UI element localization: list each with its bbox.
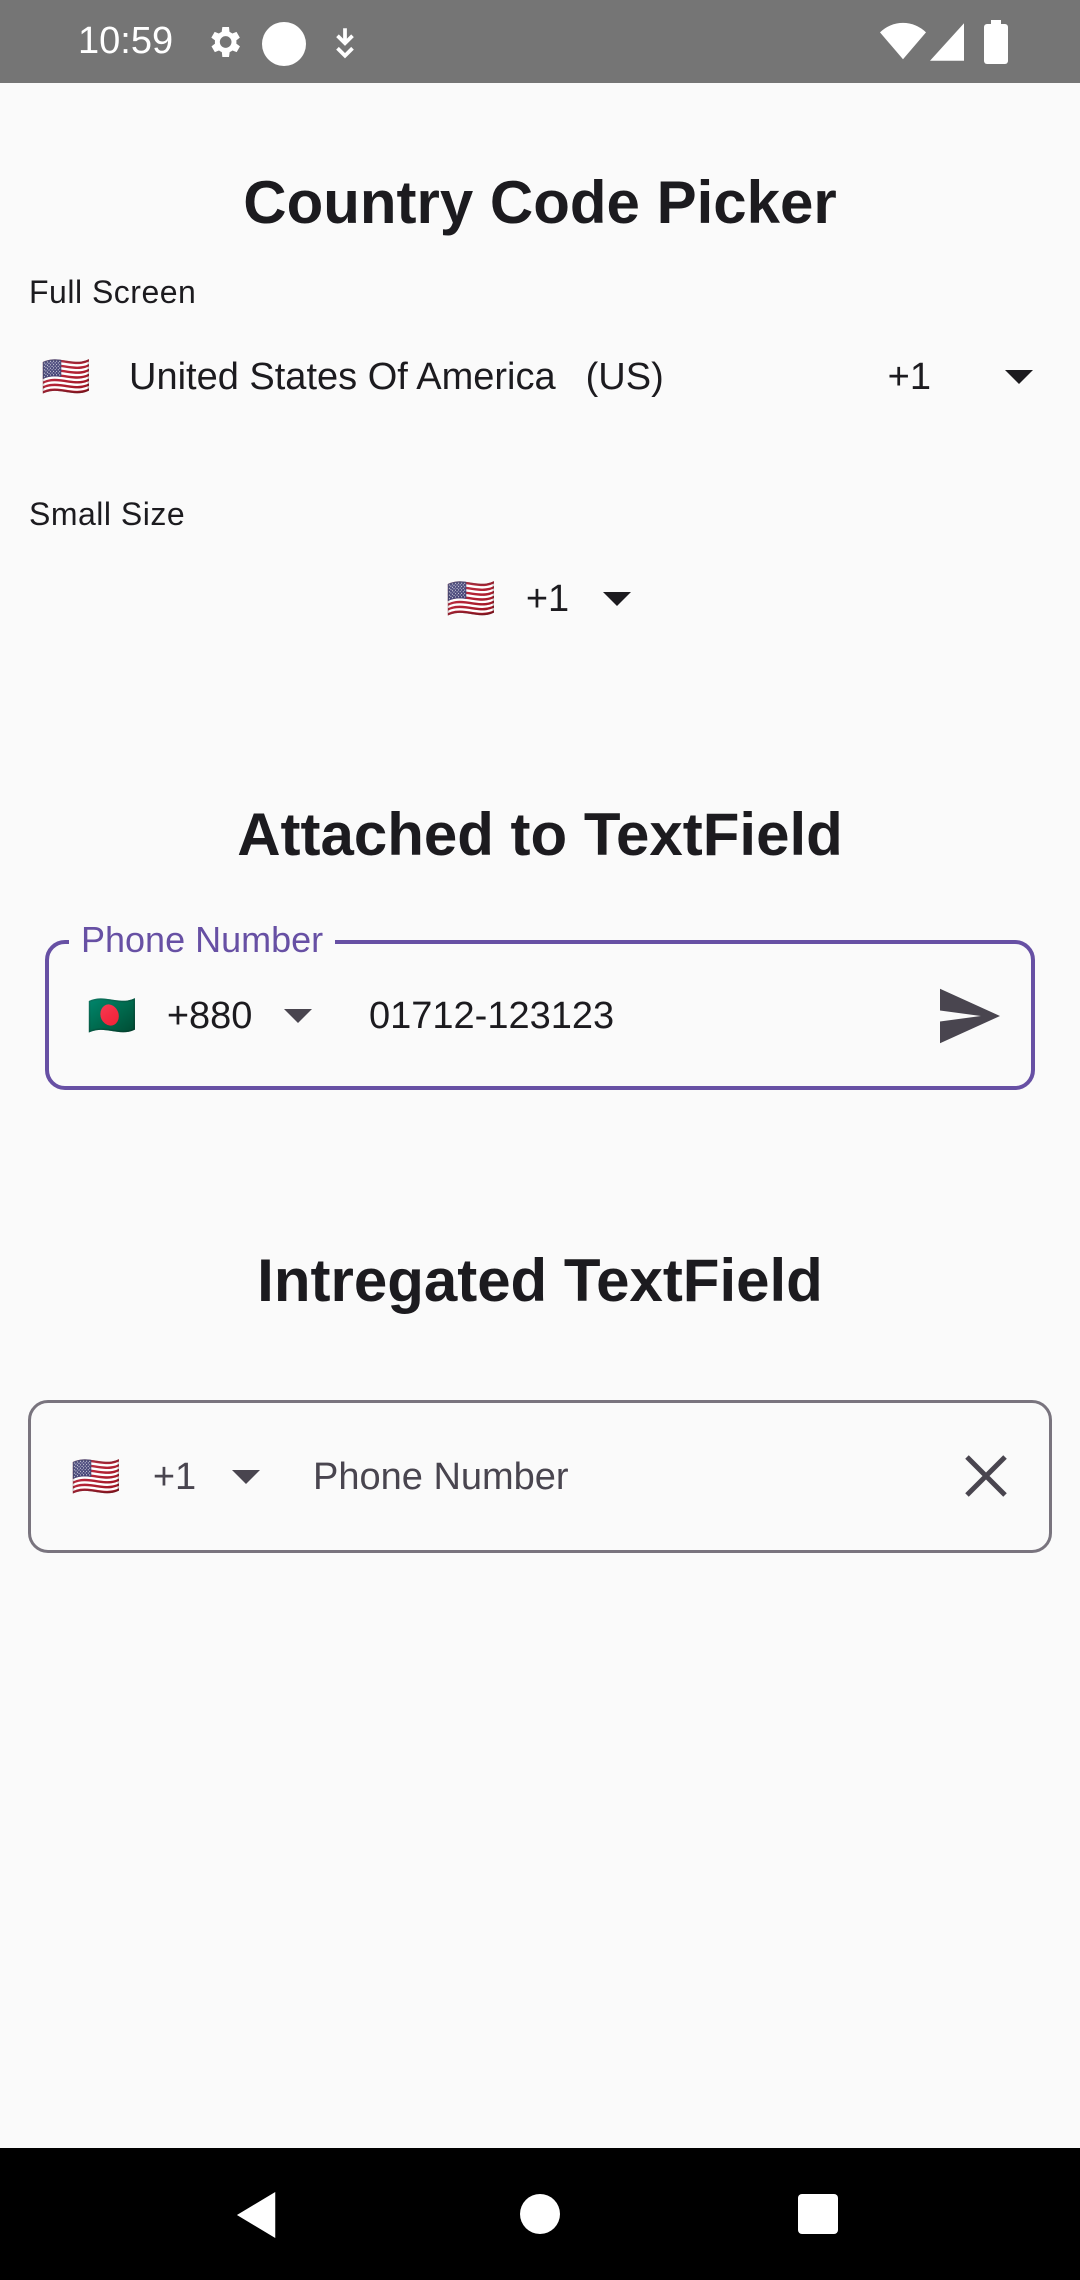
full-screen-label: Full Screen xyxy=(29,274,197,310)
small-country-picker[interactable]: 🇺🇸 +1 xyxy=(446,566,632,632)
phone-number-label: Phone Number xyxy=(69,918,336,962)
attached-phone-field[interactable]: Phone Number 🇧🇩 +880 01712-123123 xyxy=(45,918,1035,1090)
dial-code: +1 xyxy=(152,1455,197,1498)
dial-code: +1 xyxy=(887,355,931,398)
circle-dot-icon xyxy=(262,22,306,66)
integrated-country-picker[interactable]: 🇺🇸 +1 xyxy=(71,1447,261,1507)
status-time: 10:59 xyxy=(78,20,174,62)
dropdown-arrow-icon xyxy=(284,1009,313,1023)
settings-gear-icon xyxy=(211,27,240,57)
dial-code: +1 xyxy=(525,577,570,620)
cell-signal-icon xyxy=(930,23,964,61)
dropdown-arrow-icon xyxy=(232,1470,261,1484)
integrated-phone-field[interactable]: 🇺🇸 +1 xyxy=(28,1400,1052,1553)
battery-icon xyxy=(984,20,1008,64)
dropdown-arrow-icon xyxy=(1005,370,1033,384)
country-name: United States Of America xyxy=(129,355,556,398)
integrated-section-title: Intregated TextField xyxy=(257,1247,823,1314)
us-flag-icon: 🇺🇸 xyxy=(71,1455,121,1499)
attached-country-picker[interactable]: 🇧🇩 +880 xyxy=(87,986,313,1046)
close-icon[interactable] xyxy=(963,1453,1009,1499)
bd-flag-icon: 🇧🇩 xyxy=(87,994,137,1038)
send-icon[interactable] xyxy=(937,986,1003,1046)
us-flag-icon: 🇺🇸 xyxy=(446,577,496,621)
full-screen-country-picker[interactable]: 🇺🇸 United States Of America (US) +1 xyxy=(29,340,1051,414)
phone-number-value[interactable]: 01712-123123 xyxy=(369,986,614,1046)
dial-code: +880 xyxy=(166,994,253,1037)
attached-section-title: Attached to TextField xyxy=(237,801,843,868)
wifi-icon xyxy=(880,22,926,60)
country-iso-code: (US) xyxy=(585,355,664,398)
page-title: Country Code Picker xyxy=(243,169,837,236)
download-arrow-icon xyxy=(336,28,354,59)
home-icon[interactable] xyxy=(520,2194,560,2234)
phone-number-input[interactable] xyxy=(313,1447,913,1507)
back-icon[interactable] xyxy=(236,2192,280,2238)
recents-icon[interactable] xyxy=(798,2194,838,2234)
dropdown-arrow-icon xyxy=(603,592,632,606)
status-bar: 10:59 xyxy=(0,0,1080,83)
us-flag-icon: 🇺🇸 xyxy=(41,355,91,399)
small-size-label: Small Size xyxy=(29,496,186,532)
navigation-bar xyxy=(0,2148,1080,2280)
